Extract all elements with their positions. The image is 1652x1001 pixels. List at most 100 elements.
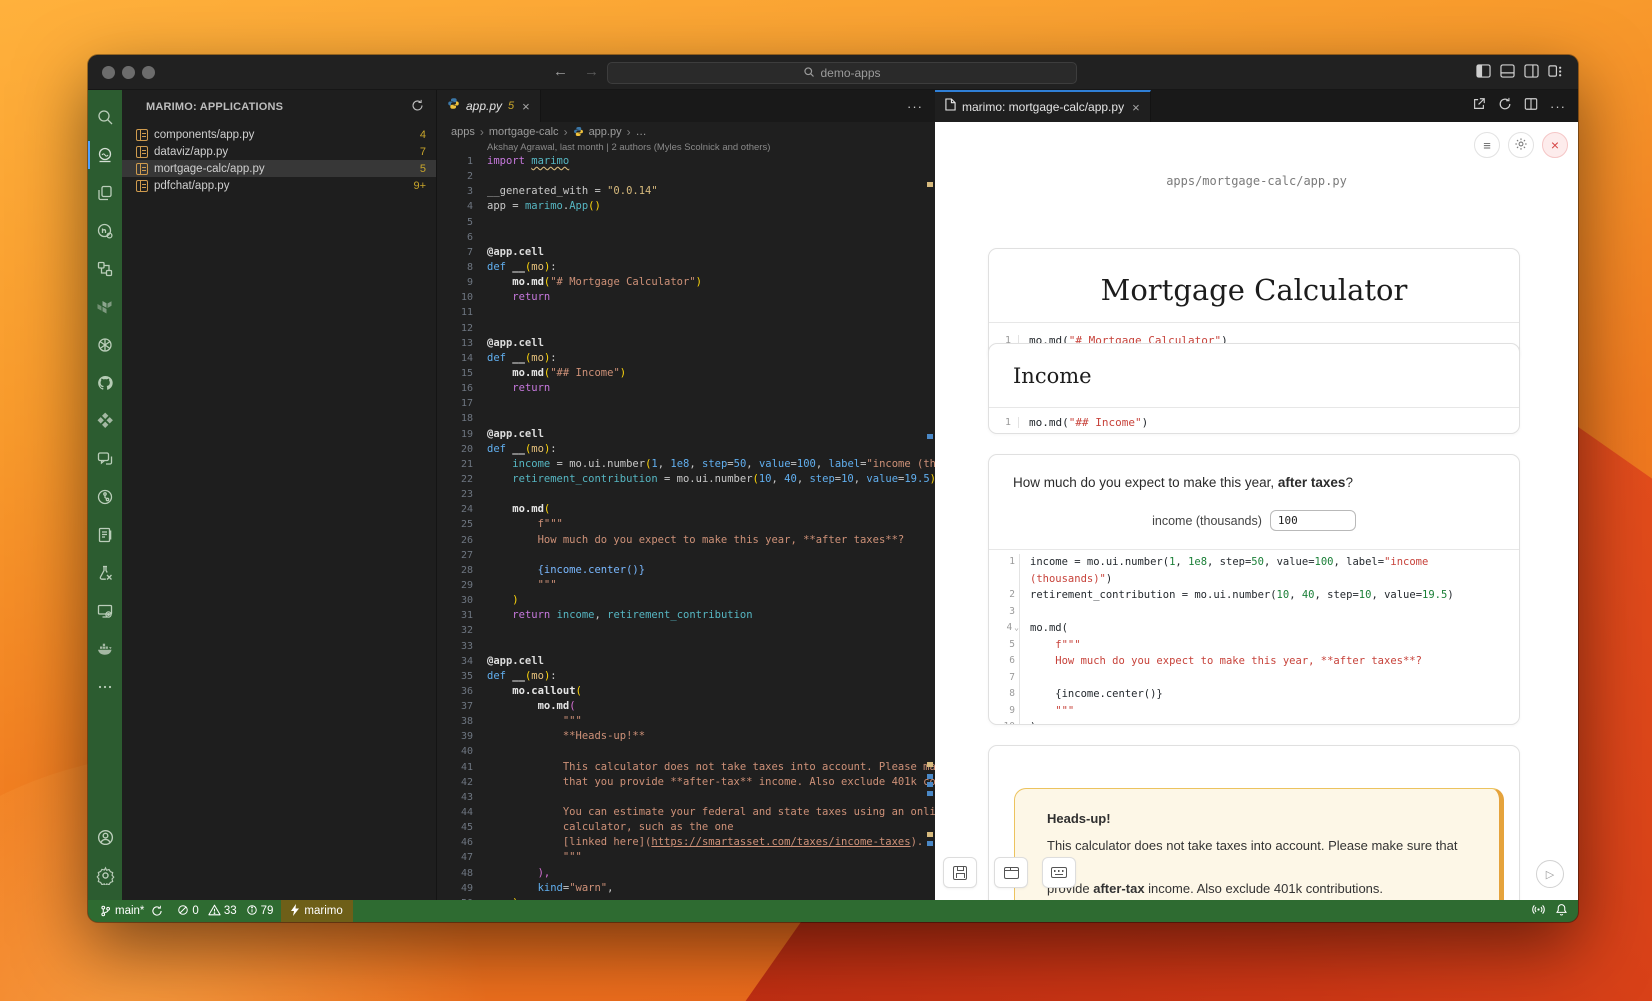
code-line[interactable]: 7 (989, 670, 1519, 687)
activity-item-comments[interactable] (88, 440, 122, 478)
code-line[interactable]: 27 (437, 548, 935, 563)
marimo-menu-button[interactable]: ≡ (1474, 132, 1500, 158)
code-line[interactable]: 37 mo.md( (437, 699, 935, 714)
breadcrumb-segment[interactable]: mortgage-calc (489, 126, 559, 138)
code-line[interactable]: 48 ), (437, 866, 935, 881)
command-center-search[interactable]: demo-apps (607, 62, 1077, 84)
activity-item-search[interactable] (88, 98, 122, 136)
code-editor[interactable]: Akshay Agrawal, last month | 2 authors (… (437, 142, 935, 900)
breadcrumb[interactable]: apps›mortgage-calc›app.py›… (437, 122, 935, 142)
code-line[interactable]: 20def __(mo): (437, 442, 935, 457)
webview-more-actions-icon[interactable]: ··· (1550, 99, 1566, 114)
code-line[interactable]: 25 f""" (437, 517, 935, 532)
code-line[interactable]: 22 retirement_contribution = mo.ui.numbe… (437, 472, 935, 487)
code-line[interactable]: 39 **Heads-up!** (437, 729, 935, 744)
activity-item-remote-monitor[interactable] (88, 592, 122, 630)
code-line[interactable]: 34@app.cell (437, 654, 935, 669)
activity-item-sphere[interactable] (88, 326, 122, 364)
breadcrumb-segment[interactable]: apps (451, 126, 475, 138)
refresh-icon[interactable] (411, 99, 424, 115)
tab-app-py[interactable]: app.py 5 × (437, 90, 541, 122)
history-forward-button[interactable]: → (584, 61, 599, 83)
code-line[interactable]: 7@app.cell (437, 245, 935, 260)
code-line[interactable]: 43 (437, 790, 935, 805)
code-line[interactable]: 42 that you provide **after-tax** income… (437, 775, 935, 790)
activity-item-marimo[interactable] (88, 136, 122, 174)
code-line[interactable]: 50 ) (437, 896, 935, 900)
activity-item-github[interactable] (88, 364, 122, 402)
code-line[interactable]: 9 mo.md("# Mortgage Calculator") (437, 275, 935, 290)
code-line[interactable]: 24 mo.md( (437, 502, 935, 517)
code-line[interactable]: 38 """ (437, 714, 935, 729)
activity-item-record-session[interactable] (88, 212, 122, 250)
code-line[interactable]: 11 (437, 305, 935, 320)
editor-more-actions-icon[interactable]: ··· (907, 99, 923, 114)
save-button[interactable] (943, 857, 977, 888)
activity-item-play-branch[interactable] (88, 478, 122, 516)
zoom-window-button[interactable] (142, 66, 155, 79)
git-branch-status[interactable]: main* (88, 900, 169, 922)
history-back-button[interactable]: ← (553, 61, 568, 83)
code-line[interactable]: 45 calculator, such as the one (437, 820, 935, 835)
toggle-sidebar-icon[interactable] (1476, 64, 1491, 78)
activity-item-notebook[interactable] (88, 516, 122, 554)
income-number-input[interactable]: 100 (1270, 510, 1356, 531)
activity-item-more[interactable] (88, 668, 122, 706)
code-line[interactable]: 46 [linked here](https://smartasset.com/… (437, 835, 935, 850)
code-line[interactable]: 26 How much do you expect to make this y… (437, 533, 935, 548)
code-line[interactable]: 5 (437, 215, 935, 230)
file-item-mortgage-calc-app-py[interactable]: mortgage-calc/app.py5 (122, 160, 436, 177)
code-line[interactable]: 30 ) (437, 593, 935, 608)
cell-code[interactable]: 1 mo.md("## Income") (989, 407, 1519, 434)
code-line[interactable]: 31 return income, retirement_contributio… (437, 608, 935, 623)
code-line[interactable]: 6 How much do you expect to make this ye… (989, 653, 1519, 670)
code-line[interactable]: 8 {income.center()} (989, 686, 1519, 703)
code-line[interactable]: 3__generated_with = "0.0.14" (437, 184, 935, 199)
code-line[interactable]: 8def __(mo): (437, 260, 935, 275)
code-line[interactable]: 6 (437, 230, 935, 245)
code-line[interactable]: (thousands)") (989, 571, 1519, 588)
code-line[interactable]: 23 (437, 487, 935, 502)
code-line[interactable]: 4⌄mo.md( (989, 620, 1519, 637)
fold-icon[interactable]: ⌄ (1014, 623, 1019, 632)
activity-item-copy-files[interactable] (88, 174, 122, 212)
code-line[interactable]: 32 (437, 623, 935, 638)
code-line[interactable]: 36 mo.callout( (437, 684, 935, 699)
activity-item-terraform[interactable] (88, 288, 122, 326)
code-line[interactable]: 14def __(mo): (437, 351, 935, 366)
code-line[interactable]: 15 mo.md("## Income") (437, 366, 935, 381)
code-line[interactable]: 12 (437, 321, 935, 336)
file-item-dataviz-app-py[interactable]: dataviz/app.py7 (122, 143, 436, 160)
cell-code[interactable]: 1income = mo.ui.number(1, 1e8, step=50, … (989, 549, 1519, 725)
open-in-browser-icon[interactable] (1472, 97, 1486, 116)
code-line[interactable]: 3 (989, 604, 1519, 621)
broadcast-icon[interactable] (1532, 903, 1545, 919)
marimo-status-item[interactable]: marimo (281, 900, 352, 922)
code-line[interactable]: 40 (437, 744, 935, 759)
code-line[interactable]: 44 You can estimate your federal and sta… (437, 805, 935, 820)
activity-item-gems[interactable] (88, 402, 122, 440)
code-line[interactable]: 1income = mo.ui.number(1, 1e8, step=50, … (989, 554, 1519, 571)
code-line[interactable]: 19@app.cell (437, 427, 935, 442)
code-line[interactable]: 17 (437, 396, 935, 411)
code-line[interactable]: 41 This calculator does not take taxes i… (437, 760, 935, 775)
customize-layout-icon[interactable] (1548, 64, 1563, 78)
code-line[interactable]: 16 return (437, 381, 935, 396)
code-line[interactable]: 2retirement_contribution = mo.ui.number(… (989, 587, 1519, 604)
split-editor-icon[interactable] (1524, 97, 1538, 116)
activity-item-settings[interactable] (88, 856, 122, 894)
code-line[interactable]: 2 (437, 169, 935, 184)
notifications-bell-icon[interactable] (1555, 903, 1568, 919)
code-line[interactable]: 21 income = mo.ui.number(1, 1e8, step=50… (437, 457, 935, 472)
code-line[interactable]: 28 {income.center()} (437, 563, 935, 578)
marimo-settings-button[interactable] (1508, 132, 1534, 158)
tab-close-icon[interactable]: × (522, 99, 530, 114)
reload-icon[interactable] (1498, 97, 1512, 116)
activity-item-docker[interactable] (88, 630, 122, 668)
activity-item-org-chart[interactable] (88, 250, 122, 288)
code-line[interactable]: 18 (437, 411, 935, 426)
close-window-button[interactable] (102, 66, 115, 79)
tab-close-icon[interactable]: × (1132, 100, 1140, 115)
open-app-window-button[interactable] (994, 857, 1028, 888)
code-line[interactable]: 47 """ (437, 850, 935, 865)
